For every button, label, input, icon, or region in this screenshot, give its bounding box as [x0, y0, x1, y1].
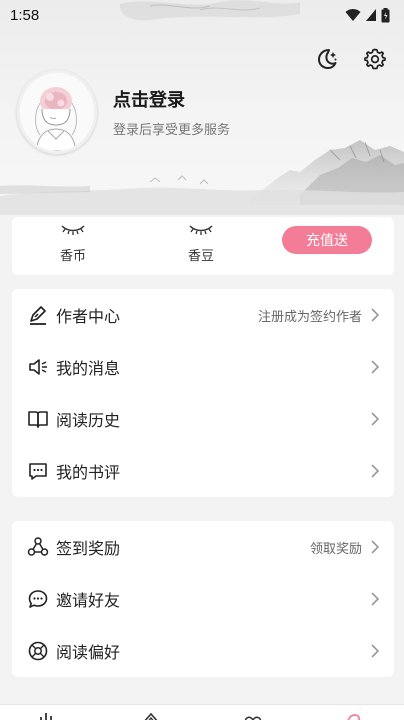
nav-home-icon[interactable] — [141, 711, 161, 720]
nav-discover-icon[interactable] — [243, 711, 263, 720]
menu-item-reading-history[interactable]: 阅读历史 — [12, 393, 394, 445]
cellular-signal-icon — [366, 9, 376, 21]
chevron-right-icon — [371, 412, 380, 426]
menu-label: 我的书评 — [56, 463, 121, 482]
header-actions — [314, 46, 388, 72]
closed-eye-icon — [43, 223, 103, 241]
closed-eye-icon — [171, 223, 231, 241]
menu-item-my-reviews[interactable]: 我的书评 — [12, 445, 394, 497]
menu-item-author-center[interactable]: 作者中心 注册成为签约作者 — [12, 289, 394, 341]
menu-card-rewards: 签到奖励 领取奖励 邀请好友 阅读偏好 — [12, 521, 394, 677]
chevron-right-icon — [371, 464, 380, 478]
avatar-illustration — [20, 73, 94, 151]
menu-label: 阅读偏好 — [56, 643, 121, 662]
moon-icon — [318, 49, 337, 69]
menu-label: 签到奖励 — [56, 539, 121, 558]
speaker-icon — [26, 355, 50, 379]
menu-hint: 领取奖励 — [309, 541, 362, 557]
book-icon — [26, 407, 50, 431]
menu-item-invite-friends[interactable]: 邀请好友 — [12, 573, 394, 625]
menu-item-checkin-reward[interactable]: 签到奖励 领取奖励 — [12, 521, 394, 573]
settings-button[interactable] — [362, 46, 388, 72]
night-mode-button[interactable] — [314, 46, 340, 72]
battery-icon — [381, 7, 390, 22]
status-time: 1:58 — [10, 6, 40, 24]
wallet-item-xiangbi[interactable]: 香币 — [43, 223, 103, 264]
menu-label: 邀请好友 — [56, 591, 121, 610]
wifi-icon — [345, 9, 361, 21]
wallet-label: 香币 — [59, 249, 86, 264]
chat-bubbles-icon — [26, 587, 50, 611]
chevron-right-icon — [371, 360, 380, 374]
recharge-button[interactable]: 充值送 — [282, 226, 372, 254]
comment-icon — [26, 459, 50, 483]
login-title[interactable]: 点击登录 — [113, 86, 185, 112]
triangle-circles-icon — [26, 535, 50, 559]
bottom-navigation — [0, 704, 404, 720]
wallet-card: 香币 香豆 充值送 — [12, 217, 394, 275]
profile-header: 1:58 点击登录 登录后享受更多服务 — [0, 0, 404, 215]
wallet-label: 香豆 — [187, 249, 214, 264]
chevron-right-icon — [371, 308, 380, 322]
menu-item-messages[interactable]: 我的消息 — [12, 341, 394, 393]
chevron-right-icon — [371, 540, 380, 554]
chevron-right-icon — [371, 592, 380, 606]
chevron-right-icon — [371, 644, 380, 658]
menu-label: 阅读历史 — [56, 411, 121, 430]
preference-icon — [26, 639, 50, 663]
menu-card-account: 作者中心 注册成为签约作者 我的消息 阅读历史 我的书评 — [12, 289, 394, 497]
menu-label: 作者中心 — [56, 307, 121, 326]
nav-profile-icon[interactable] — [344, 711, 364, 720]
menu-item-reading-preference[interactable]: 阅读偏好 — [12, 625, 394, 677]
nav-bookshelf-icon[interactable] — [38, 711, 58, 720]
avatar[interactable] — [17, 70, 97, 154]
gear-icon — [364, 48, 386, 70]
wallet-item-xiangdou[interactable]: 香豆 — [171, 223, 231, 264]
login-subtitle: 登录后享受更多服务 — [113, 123, 231, 138]
menu-label: 我的消息 — [56, 359, 121, 378]
menu-hint: 注册成为签约作者 — [257, 309, 362, 325]
status-bar: 1:58 — [0, 0, 404, 30]
pen-icon — [26, 303, 50, 327]
status-icons — [345, 7, 390, 23]
